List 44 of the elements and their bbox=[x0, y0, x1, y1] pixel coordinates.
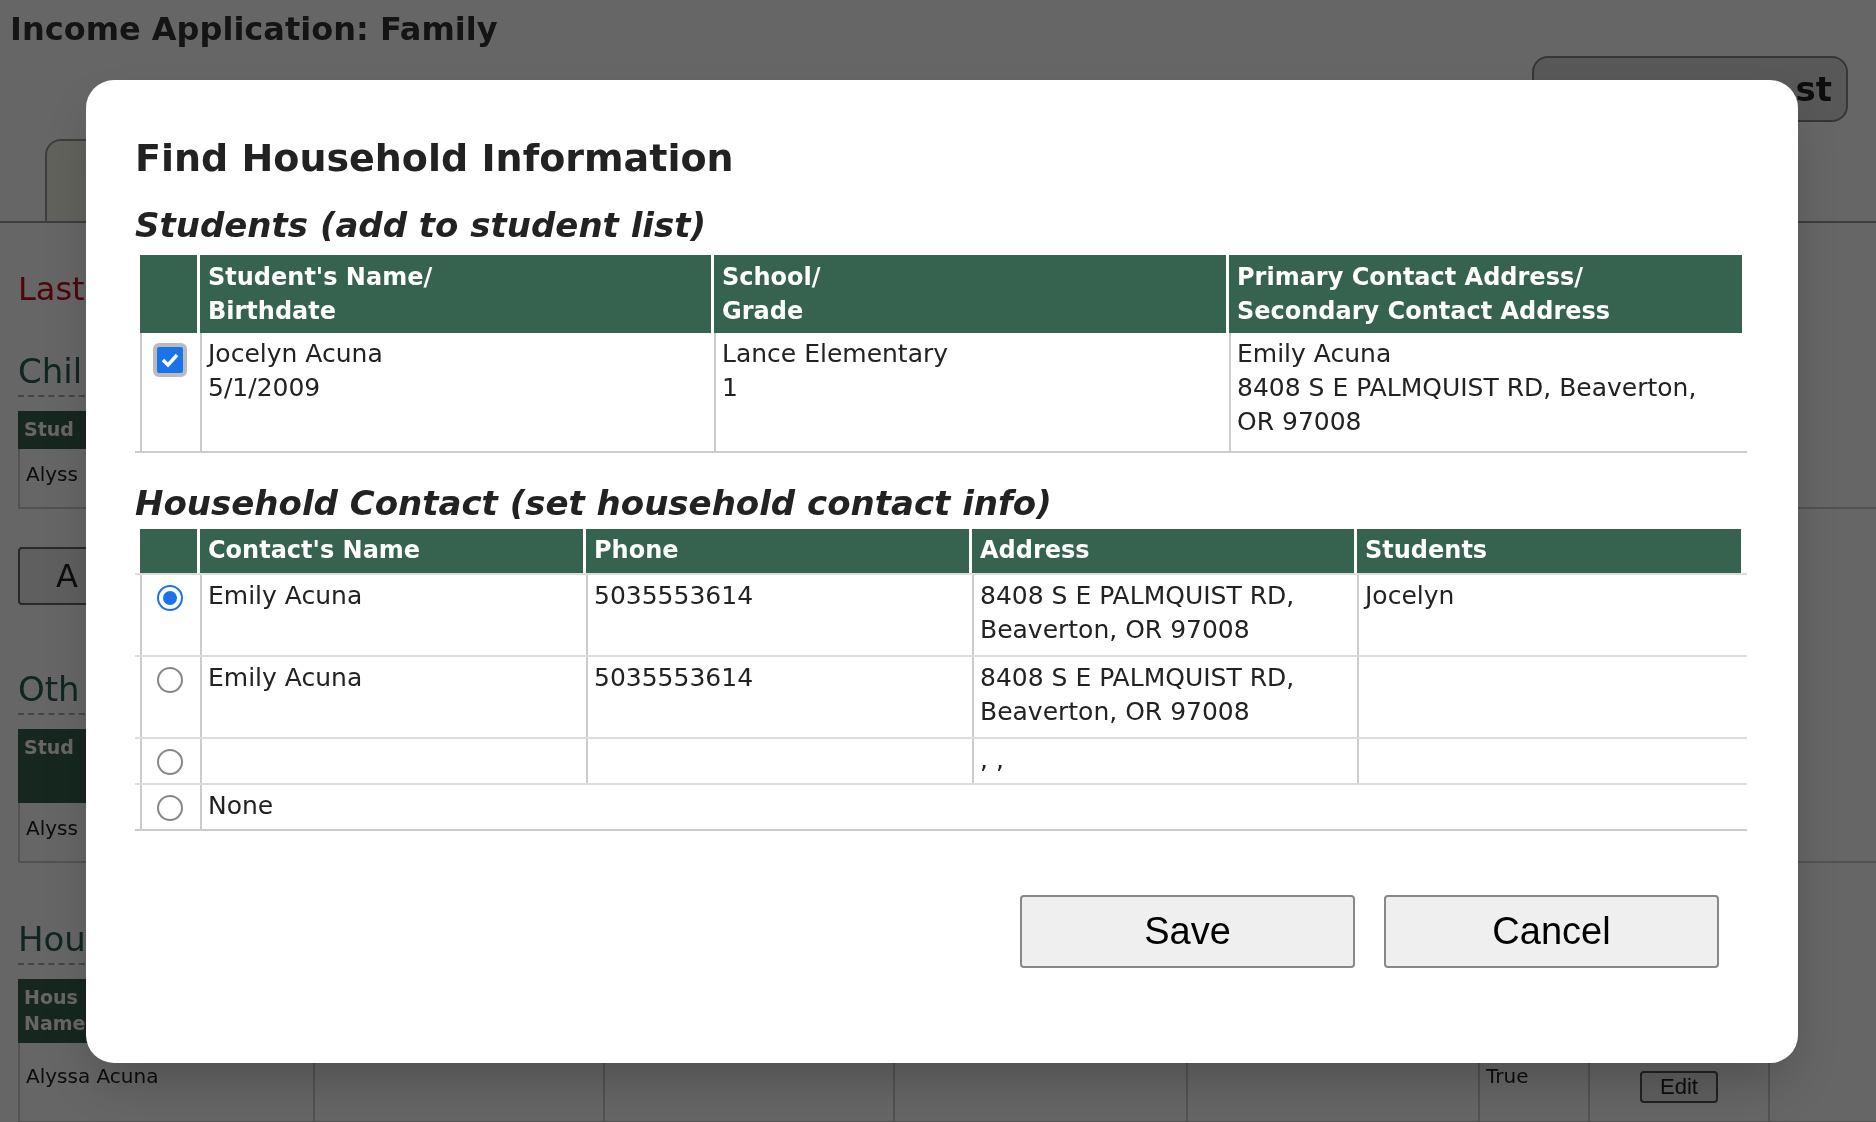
radio-button[interactable] bbox=[156, 749, 183, 775]
table-cell-text: , , bbox=[980, 744, 1004, 776]
section-heading: Chil bbox=[18, 351, 83, 391]
section-heading: Household Contact (set household contact info) bbox=[135, 482, 1052, 525]
radio-button[interactable] bbox=[156, 795, 183, 821]
table-header: Address bbox=[972, 529, 1354, 573]
table-cell: Emily Acuna bbox=[208, 581, 363, 610]
radio-button[interactable] bbox=[156, 667, 183, 693]
dialog-title: Find Household Information bbox=[135, 135, 734, 182]
table-cell-text: Beaverton, OR 97008 bbox=[980, 696, 1250, 728]
table-header: Primary Contact Address/ Secondary Contact Address bbox=[1229, 255, 1742, 333]
table-cell-text: 5/1/2009 bbox=[208, 372, 321, 404]
table-cell: True bbox=[1486, 1064, 1529, 1088]
table-cell: Alyssa Acuna bbox=[26, 1064, 159, 1088]
checkbox[interactable] bbox=[152, 343, 187, 377]
table-cell: 5035553614 bbox=[594, 581, 754, 610]
table-cell-text: Lance Elementary bbox=[722, 338, 949, 370]
table-cell-text: 1 bbox=[722, 372, 738, 404]
cancel-button[interactable]: Cancel bbox=[1384, 895, 1719, 968]
name-label: Last bbox=[18, 269, 85, 309]
radio-button[interactable] bbox=[156, 585, 183, 611]
section-heading: Hou bbox=[18, 919, 86, 959]
table-cell-text: 8408 S E PALMQUIST RD, bbox=[980, 580, 1295, 612]
table-header: Student's Name/ Birthdate bbox=[200, 255, 711, 333]
section-heading: Students (add to student list) bbox=[135, 204, 707, 247]
table-cell: Alyss bbox=[26, 816, 78, 840]
table-cell-text: Beaverton, OR 97008 bbox=[980, 614, 1250, 646]
table-cell: Jocelyn bbox=[1365, 581, 1455, 610]
table-header: Contact's Name bbox=[200, 529, 583, 573]
table-cell: Emily Acuna bbox=[208, 663, 363, 692]
table-header bbox=[140, 529, 197, 573]
table-header: School/ Grade bbox=[714, 255, 1226, 333]
table-header: Phone bbox=[586, 529, 969, 573]
table-cell-text: Jocelyn Acuna bbox=[208, 338, 383, 370]
table-cell-text: 8408 S E PALMQUIST RD, bbox=[980, 662, 1295, 694]
table-cell-text: OR 97008 bbox=[1237, 406, 1362, 438]
section-heading: Oth bbox=[18, 669, 80, 709]
table-cell: Alyss bbox=[26, 462, 78, 486]
table-cell-text: 8408 S E PALMQUIST RD, Beaverton, bbox=[1237, 372, 1697, 404]
table-cell-text: Emily Acuna bbox=[1237, 338, 1392, 370]
page-title: Income Application: Family bbox=[10, 9, 498, 50]
table-cell: 5035553614 bbox=[594, 663, 754, 692]
table-header: Students bbox=[1357, 529, 1741, 573]
save-button[interactable]: Save bbox=[1020, 895, 1355, 968]
